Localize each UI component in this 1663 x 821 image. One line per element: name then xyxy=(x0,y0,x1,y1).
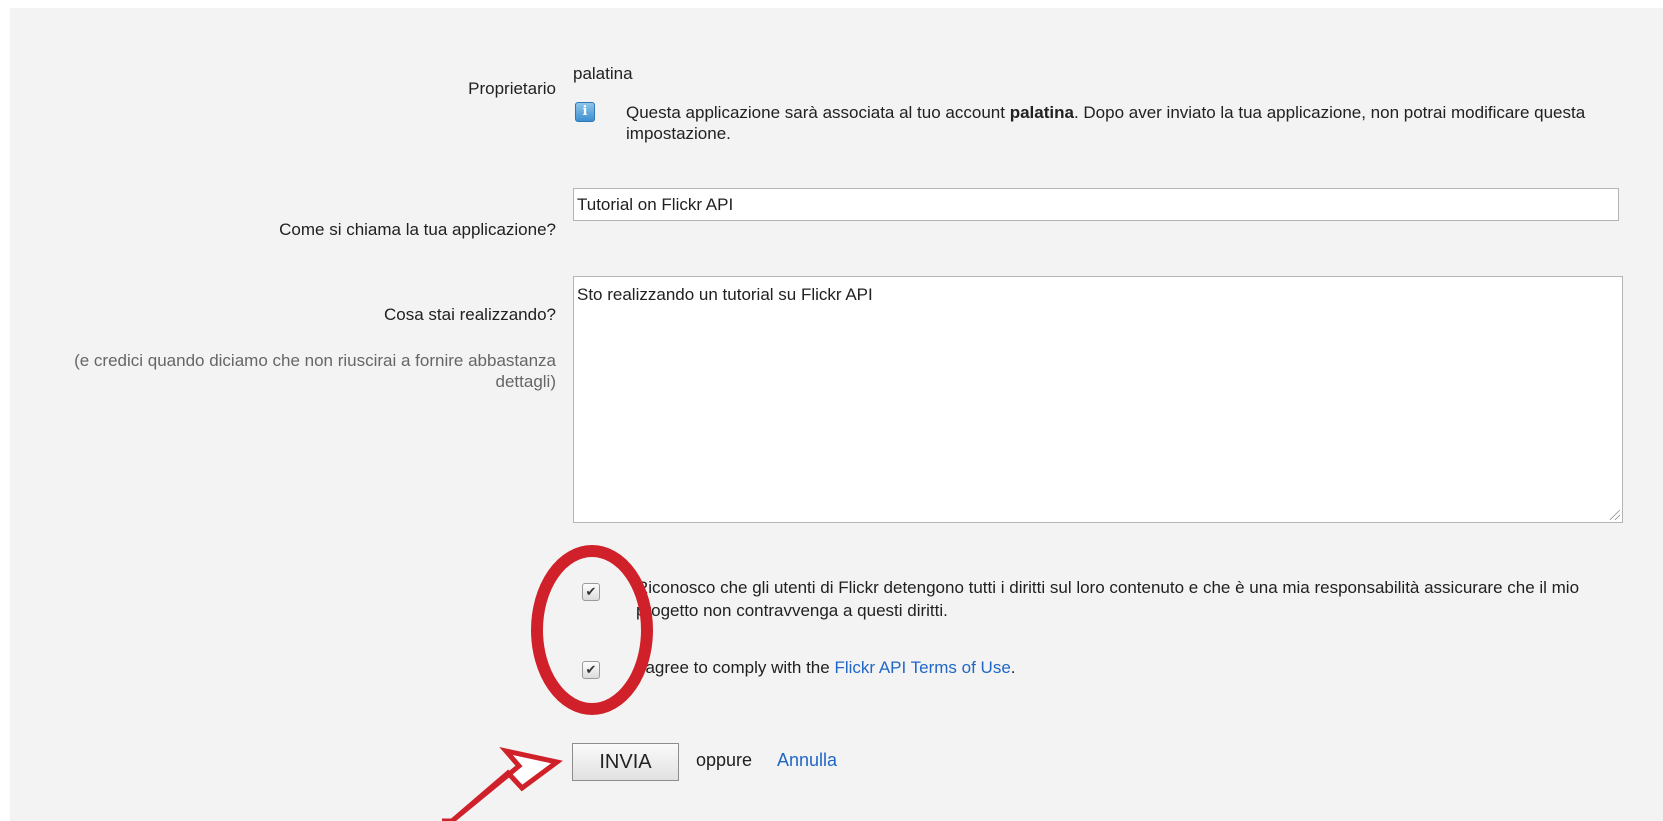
arrow-annotation xyxy=(442,746,563,821)
highlight-ellipse xyxy=(531,545,653,715)
annotation-layer xyxy=(442,545,653,821)
